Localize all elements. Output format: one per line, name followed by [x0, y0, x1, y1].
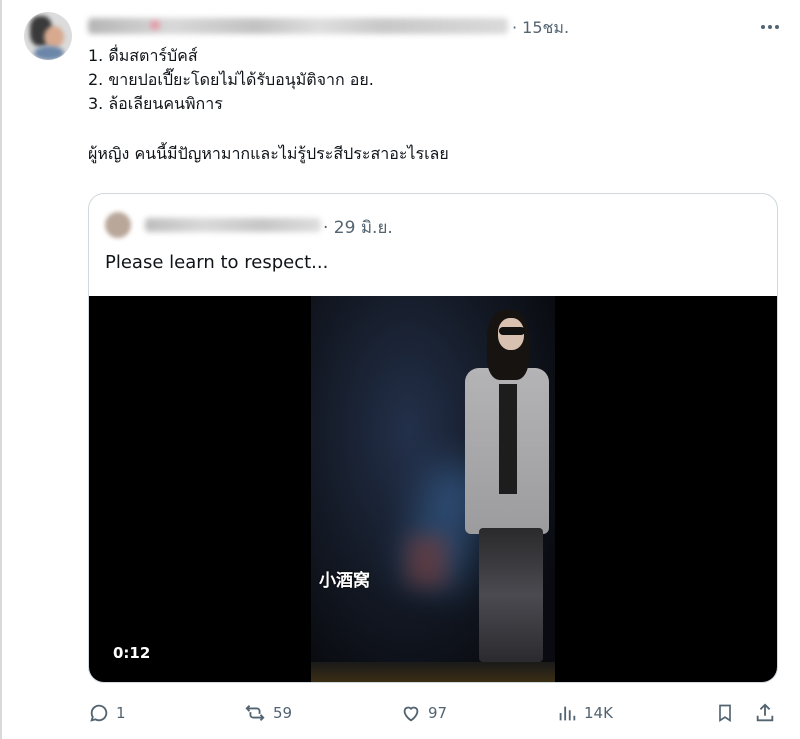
author-avatar[interactable] [24, 12, 72, 60]
tweet-text: 1. ดื่มสตาร์บัคส์ 2. ขายปอเปี๊ยะโดยไม่ได… [88, 44, 768, 166]
quoted-tweet-text: Please learn to respect... [105, 252, 329, 273]
like-button[interactable]: 97 [400, 702, 447, 724]
retweet-button[interactable]: 59 [243, 702, 292, 724]
tweet-line: 2. ขายปอเปี๊ยะโดยไม่ได้รับอนุมัติจาก อย. [88, 70, 374, 89]
tweet-line: 1. ดื่มสตาร์บัคส์ [88, 46, 198, 65]
bookmark-button[interactable] [715, 702, 735, 724]
quoted-tweet-card[interactable]: · 29 มิ.ย. Please learn to respect... 小酒… [88, 193, 778, 683]
quoted-author-avatar [105, 212, 131, 238]
reply-icon [90, 704, 108, 722]
tweet-timestamp[interactable]: · 15ชม. [512, 16, 569, 41]
video-duration: 0:12 [113, 644, 151, 662]
share-button[interactable] [754, 702, 776, 724]
views-count: 14K [584, 704, 613, 722]
like-count: 97 [428, 704, 448, 722]
tweet-line: 3. ล้อเลียนคนพิการ [88, 94, 223, 113]
more-options-icon[interactable] [758, 18, 782, 36]
video-overlay-text: 小酒窝 [319, 571, 370, 591]
quoted-tweet-timestamp: · 29 มิ.ย. [323, 218, 393, 238]
video-player[interactable]: 小酒窝 0:12 [89, 296, 777, 682]
bookmark-icon [719, 704, 731, 723]
views-button[interactable]: 14K [556, 702, 613, 724]
tweet-action-bar: 1 59 97 14K [88, 702, 778, 728]
tweet-line: ผู้หญิง คนนี้มีปัญหามากและไม่รู้ประสีประ… [88, 144, 449, 163]
reply-count: 1 [116, 704, 126, 722]
heart-icon [403, 706, 419, 722]
views-chart-icon [559, 706, 576, 721]
left-frame-border [0, 0, 2, 739]
quoted-author-name-blurred [145, 218, 321, 232]
author-name-blurred[interactable] [88, 18, 508, 34]
share-icon [756, 703, 774, 722]
retweet-count: 59 [273, 704, 293, 722]
reply-button[interactable]: 1 [88, 702, 126, 724]
retweet-icon [245, 705, 265, 721]
tweet-line-gap [88, 116, 768, 142]
